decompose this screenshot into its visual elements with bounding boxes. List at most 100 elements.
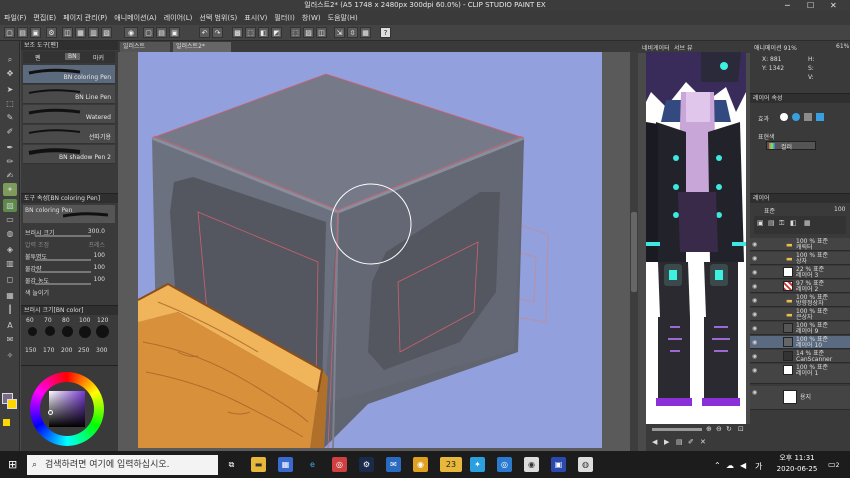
brush-item[interactable]: 선따기용 [23,125,115,144]
gradient-tool-icon[interactable]: ▥ [3,257,17,270]
file-explorer-icon[interactable]: ▬ [251,457,266,472]
pencil-tool-icon[interactable]: ✏ [3,155,17,168]
effect-texture-icon[interactable] [816,113,824,121]
tray-chevron-icon[interactable]: ⌃ [714,461,721,470]
tab-navigator[interactable]: 네비게이터 [642,43,670,52]
saturation-box[interactable] [49,391,85,427]
zoom-in-icon[interactable]: ⊕ [706,425,712,433]
undo-icon[interactable]: ↶ [199,27,210,38]
menu-select[interactable]: 선택 범위(S) [199,13,237,23]
lasso-tool-icon[interactable]: ✎ [3,111,17,124]
save-doc-icon[interactable]: ▣ [169,27,180,38]
property-row[interactable]: 불투명도 100 [25,252,115,262]
brush-item[interactable]: BN coloring Pen [23,65,115,84]
browser-icon[interactable]: ◎ [497,457,512,472]
effect-color-icon[interactable] [792,113,800,121]
effect-tone-icon[interactable] [804,113,812,121]
color-picker-cursor[interactable] [48,410,53,415]
fit-icon[interactable]: ⊡ [738,425,744,433]
tab-pen[interactable]: 펜 [35,53,41,62]
windows-start-icon[interactable]: ⊞ [8,458,17,471]
maximize-icon[interactable]: ☐ [807,0,814,11]
brush-size-dot[interactable] [62,326,73,337]
notification-icon[interactable]: ▭2 [828,460,839,469]
figure-tool-icon[interactable]: ◻ [3,273,17,286]
new-doc-icon[interactable]: ▢ [143,27,154,38]
move-tool-icon[interactable]: ✥ [3,67,17,80]
prev-image-icon[interactable]: ◀ [652,438,657,446]
open-doc-icon[interactable]: ▤ [156,27,167,38]
text-tool-icon[interactable]: A [3,319,17,332]
brush-item[interactable]: Watered [23,105,115,124]
blend-mode-select[interactable]: 표준 [764,206,775,215]
layer-opacity[interactable]: 100 [834,206,845,213]
balloon-tool-icon[interactable]: ✉ [3,333,17,346]
blend-tool-icon[interactable]: ◍ [3,227,17,240]
brush-size-dot[interactable] [96,325,109,338]
frame-tool-icon[interactable]: ▦ [3,289,17,302]
canvas[interactable] [137,52,602,449]
tab-sub-view[interactable]: 서브 뷰 [674,43,692,52]
minimize-icon[interactable]: ─ [785,0,790,11]
lock-icon[interactable]: ⚿ [779,219,784,228]
transparent-color-swatch[interactable] [3,419,10,426]
menu-page[interactable]: 페이지 관리(P) [63,13,107,23]
fill-icon[interactable]: ◧ [258,27,269,38]
save-icon[interactable]: ▣ [30,27,41,38]
property-row[interactable]: 색 늘이기 [25,288,115,298]
panel-icon[interactable]: ▥ [88,27,99,38]
layer-row[interactable]: ◉ ▬ 100 % 표준 방향정상자 [750,294,850,307]
brush-size-dot[interactable] [79,326,91,338]
delete-image-icon[interactable]: ✕ [700,438,706,446]
ruler-tool-icon[interactable]: ┃ [3,303,17,316]
brush-tool-icon[interactable]: ✍ [3,169,17,182]
mask-icon[interactable]: ◧ [790,219,797,227]
menu-file[interactable]: 파일(F) [4,13,26,23]
tray-cloud-icon[interactable]: ☁ [726,461,734,470]
chrome-icon[interactable]: ◉ [413,457,428,472]
crop-icon[interactable]: ◫ [316,27,327,38]
sub-view-image[interactable] [646,52,746,424]
volume-icon[interactable]: ◀ [740,461,746,470]
layer-row[interactable]: ◉ ▬ 100 % 표준 상자 [750,252,850,265]
app-2-icon[interactable]: ▣ [551,457,566,472]
new-icon[interactable]: ▢ [4,27,15,38]
deselect-icon[interactable]: ⬚ [245,27,256,38]
brush-size-dot[interactable] [28,327,37,336]
brush-item[interactable]: BN shadow Pen 2 [23,145,115,164]
layer-row[interactable]: ◉ 22 % 표준 레이어 3 [750,266,850,279]
layout-icon[interactable]: ▧ [101,27,112,38]
store-icon[interactable]: ▦ [278,457,293,472]
menu-edit[interactable]: 편집(E) [33,13,56,23]
window-icon[interactable]: ◫ [62,27,73,38]
settings-icon[interactable]: ⚙ [46,27,57,38]
eyedropper-tool-icon[interactable]: ✐ [3,125,17,138]
property-row[interactable]: 압력 조정 프레스 [25,240,115,250]
correct-line-tool-icon[interactable]: ✧ [3,349,17,362]
layer-row[interactable]: ◉ ▬ 100 % 표준 큰상자 [750,308,850,321]
eraser-tool-icon[interactable]: ▭ [3,213,17,226]
tab-document-2[interactable]: 일러스트2* [173,42,231,52]
sub-color-swatch[interactable] [7,399,17,409]
menu-layer[interactable]: 레이어(L) [164,13,193,23]
selection-tool-icon[interactable]: ⬚ [3,97,17,110]
property-row[interactable]: 물감 농도 100 [25,276,115,286]
snap-ruler-icon[interactable]: ⇳ [347,27,358,38]
invert-icon[interactable]: ▨ [303,27,314,38]
edge-icon[interactable]: e [305,457,320,472]
ref-layer-icon[interactable]: ▤ [768,219,775,227]
menu-animation[interactable]: 애니메이션(A) [114,13,156,23]
menu-window[interactable]: 창(W) [302,13,321,23]
expression-select[interactable]: 컬러 [766,141,816,151]
redo-icon[interactable]: ↷ [212,27,223,38]
layer-row[interactable]: ◉ 용지 [750,386,850,410]
fill-tool-icon[interactable]: ◈ [3,243,17,256]
open-image-icon[interactable]: ▤ [676,438,683,446]
taskbar-clock[interactable]: 오후 11:31 2020-06-25 [772,453,822,477]
rotate-icon[interactable]: ↻ [726,425,732,433]
zoom-tool-icon[interactable]: ⌕ [3,53,17,66]
property-row[interactable]: 물감량 100 [25,264,115,274]
mail-icon[interactable]: ✉ [386,457,401,472]
help-icon[interactable]: ? [380,27,391,38]
clip-icon[interactable]: ▣ [757,219,764,227]
